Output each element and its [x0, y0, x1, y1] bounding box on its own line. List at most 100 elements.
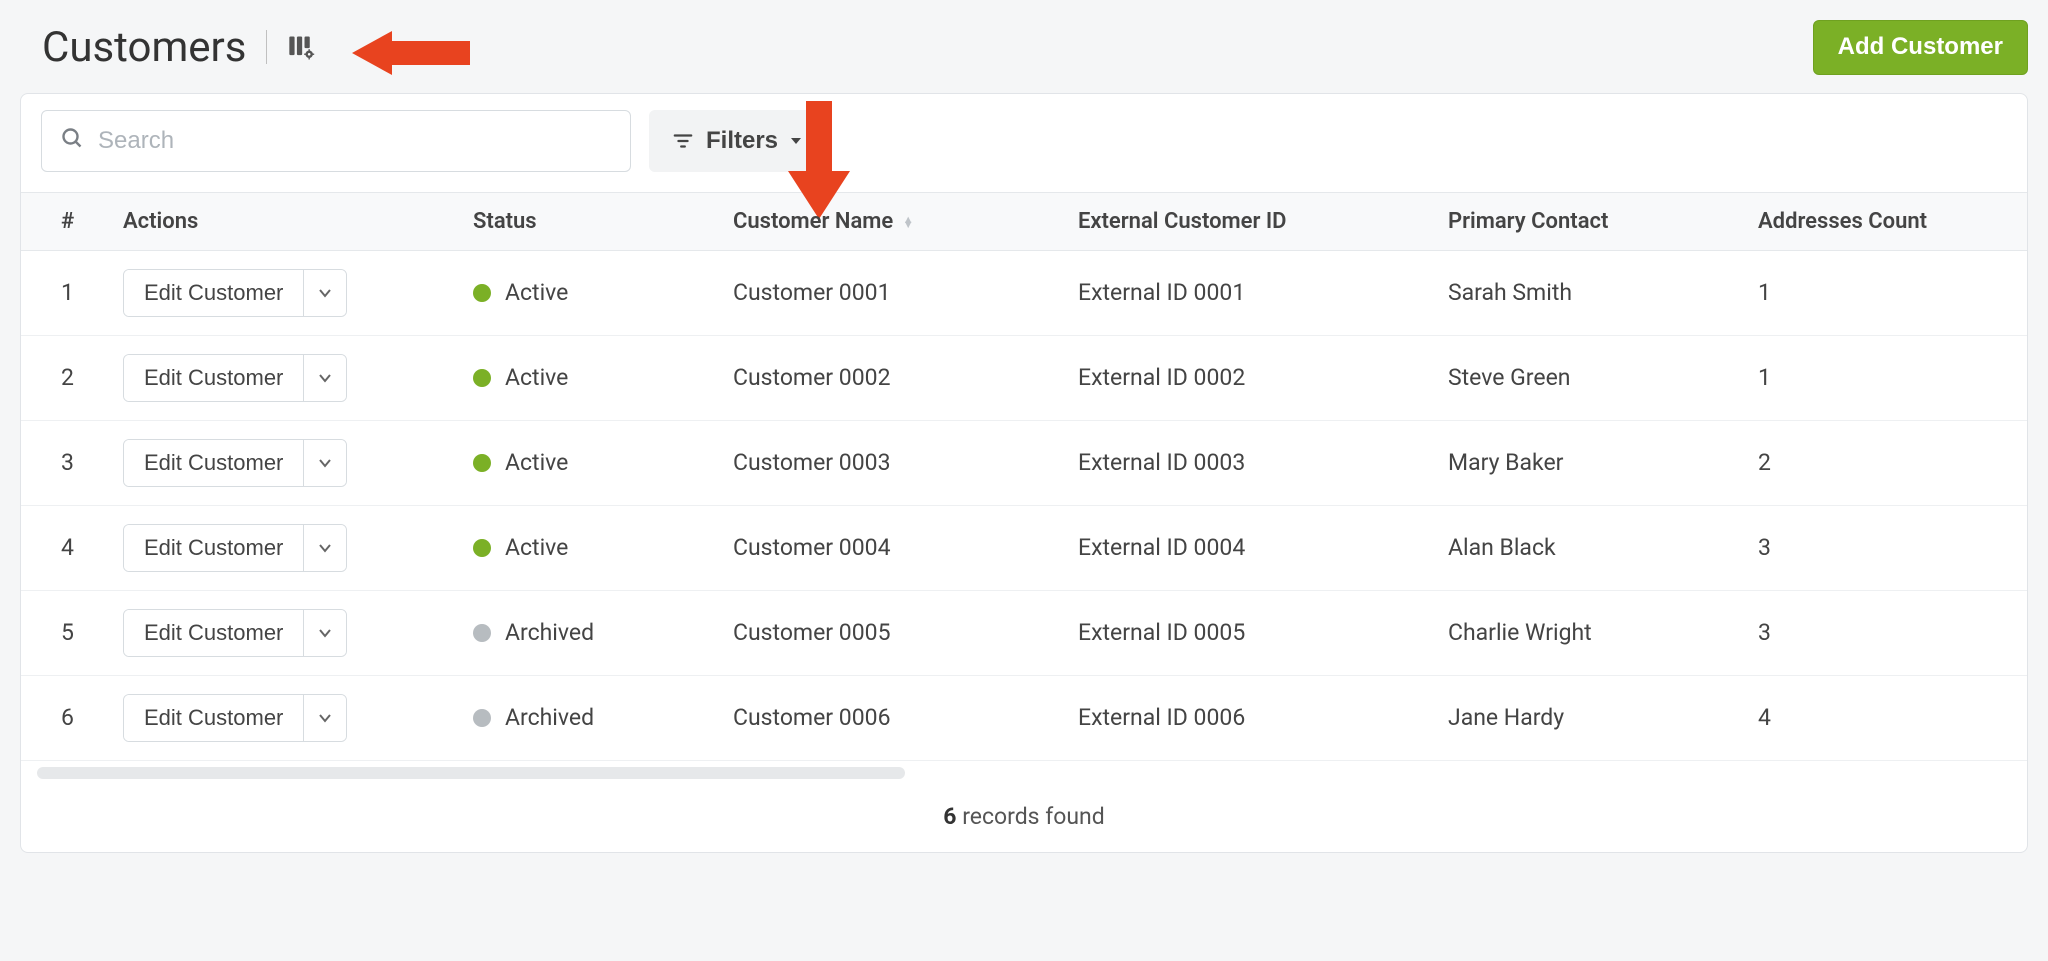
- row-addresses-count: 2: [1746, 420, 2027, 505]
- col-header-name[interactable]: Customer Name ▲▼: [721, 192, 1066, 250]
- edit-customer-dropdown[interactable]: [303, 525, 346, 571]
- edit-customer-dropdown[interactable]: [303, 440, 346, 486]
- search-icon: [60, 126, 84, 156]
- edit-customer-split-button[interactable]: Edit Customer: [123, 694, 347, 742]
- table-row[interactable]: 4Edit CustomerActiveCustomer 0004Externa…: [21, 505, 2027, 590]
- table-row[interactable]: 3 Edit Customer ActiveCustomer 0003Externa…: [21, 420, 2027, 505]
- edit-customer-button[interactable]: Edit Customer: [124, 525, 303, 571]
- edit-customer-split-button[interactable]: Edit Customer: [123, 524, 347, 572]
- row-addresses-count: 3: [1746, 505, 2027, 590]
- status-label: Active: [505, 534, 568, 561]
- status-label: Archived: [505, 704, 594, 731]
- row-customer-name: Customer 0004: [721, 505, 1066, 590]
- row-external-id: External ID 0003: [1066, 420, 1436, 505]
- row-primary-contact: Mary Baker: [1436, 420, 1746, 505]
- row-actions: Edit Customer: [111, 420, 461, 505]
- edit-customer-split-button[interactable]: Edit Customer: [123, 269, 347, 317]
- chevron-down-icon: [318, 456, 332, 470]
- edit-customer-dropdown[interactable]: [303, 695, 346, 741]
- status-label: Archived: [505, 619, 594, 646]
- col-header-external[interactable]: External Customer ID: [1066, 192, 1436, 250]
- row-status: Active: [461, 335, 721, 420]
- chevron-down-icon: [318, 711, 332, 725]
- record-count: 6: [943, 803, 956, 830]
- row-number: 3: [21, 420, 111, 505]
- row-status: Active: [461, 250, 721, 335]
- filters-label: Filters: [706, 127, 778, 155]
- row-external-id: External ID 0006: [1066, 675, 1436, 760]
- edit-customer-button[interactable]: Edit Customer: [124, 610, 303, 656]
- search-input[interactable]: [98, 127, 612, 155]
- columns-config-button[interactable]: [287, 33, 315, 61]
- header-separator: [266, 30, 267, 64]
- table-header-row: # Actions Status Customer Name ▲▼ Extern…: [21, 192, 2027, 250]
- chevron-down-icon: [318, 371, 332, 385]
- header-bar: Customers: [20, 20, 2028, 75]
- edit-customer-dropdown[interactable]: [303, 610, 346, 656]
- row-actions: Edit Customer: [111, 675, 461, 760]
- col-header-addresses[interactable]: Addresses Count: [1746, 192, 2027, 250]
- row-customer-name: Customer 0006: [721, 675, 1066, 760]
- row-addresses-count: 3: [1746, 590, 2027, 675]
- row-customer-name: Customer 0001: [721, 250, 1066, 335]
- row-status: Active: [461, 420, 721, 505]
- edit-customer-dropdown[interactable]: [303, 270, 346, 316]
- row-number: 6: [21, 675, 111, 760]
- row-customer-name: Customer 0002: [721, 335, 1066, 420]
- edit-customer-button[interactable]: Edit Customer: [124, 355, 303, 401]
- col-header-actions[interactable]: Actions: [111, 192, 461, 250]
- edit-customer-split-button[interactable]: Edit Customer: [123, 439, 347, 487]
- annotation-arrow-left: [352, 23, 472, 89]
- table-row[interactable]: 6 Edit Customer Archived Customer 0006Exter…: [21, 675, 2027, 760]
- horizontal-scrollbar[interactable]: [21, 761, 2027, 785]
- chevron-down-icon: [318, 541, 332, 555]
- col-header-contact[interactable]: Primary Contact: [1436, 192, 1746, 250]
- row-actions: Edit Customer: [111, 250, 461, 335]
- table-row[interactable]: 2Edit CustomerActiveCustomer 0002Externa…: [21, 335, 2027, 420]
- status-dot-icon: [473, 709, 491, 727]
- status-dot-icon: [473, 369, 491, 387]
- edit-customer-dropdown[interactable]: [303, 355, 346, 401]
- table-row[interactable]: 1Edit CustomerActiveCustomer 0001Externa…: [21, 250, 2027, 335]
- row-status: Archived: [461, 675, 721, 760]
- row-customer-name: Customer 0003: [721, 420, 1066, 505]
- row-number: 5: [21, 590, 111, 675]
- status-dot-icon: [473, 539, 491, 557]
- row-status: Active: [461, 505, 721, 590]
- row-primary-contact: Jane Hardy: [1436, 675, 1746, 760]
- status-dot-icon: [473, 624, 491, 642]
- row-actions: Edit Customer: [111, 335, 461, 420]
- search-field-wrap[interactable]: [41, 110, 631, 172]
- filter-icon: [672, 130, 694, 152]
- row-primary-contact: Sarah Smith: [1436, 250, 1746, 335]
- col-header-status[interactable]: Status: [461, 192, 721, 250]
- edit-customer-button[interactable]: Edit Customer: [124, 695, 303, 741]
- row-status: Archived: [461, 590, 721, 675]
- row-external-id: External ID 0004: [1066, 505, 1436, 590]
- row-customer-name: Customer 0005: [721, 590, 1066, 675]
- status-dot-icon: [473, 454, 491, 472]
- row-primary-contact: Alan Black: [1436, 505, 1746, 590]
- row-actions: Edit Customer: [111, 590, 461, 675]
- table-footer: 6 records found: [21, 785, 2027, 852]
- toolbar: Filters: [21, 94, 2027, 192]
- row-number: 2: [21, 335, 111, 420]
- table-row[interactable]: 5Edit CustomerArchivedCustomer 0005Exter…: [21, 590, 2027, 675]
- edit-customer-button[interactable]: Edit Customer: [124, 270, 303, 316]
- scrollbar-thumb[interactable]: [37, 767, 905, 779]
- col-header-num[interactable]: #: [21, 192, 111, 250]
- row-primary-contact: Steve Green: [1436, 335, 1746, 420]
- page-title: Customers: [42, 23, 246, 72]
- row-primary-contact: Charlie Wright: [1436, 590, 1746, 675]
- sort-icon: ▲▼: [903, 217, 914, 227]
- edit-customer-split-button[interactable]: Edit Customer: [123, 354, 347, 402]
- row-addresses-count: 1: [1746, 250, 2027, 335]
- chevron-down-icon: [318, 626, 332, 640]
- edit-customer-button[interactable]: Edit Customer: [124, 440, 303, 486]
- status-label: Active: [505, 279, 568, 306]
- edit-customer-split-button[interactable]: Edit Customer: [123, 609, 347, 657]
- chevron-down-icon: [318, 286, 332, 300]
- filters-button[interactable]: Filters: [649, 110, 825, 172]
- add-customer-button[interactable]: Add Customer: [1813, 20, 2028, 75]
- status-dot-icon: [473, 284, 491, 302]
